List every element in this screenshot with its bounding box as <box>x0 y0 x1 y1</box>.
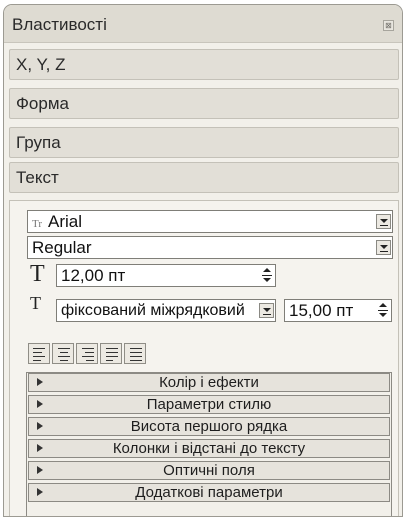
expand-arrow-icon <box>37 378 43 386</box>
expander-label: Параметри стилю <box>146 396 272 413</box>
stepper-up-icon[interactable] <box>260 266 274 275</box>
stepper-down-icon[interactable] <box>260 276 274 285</box>
expand-arrow-icon <box>37 422 43 430</box>
leading-stepper[interactable] <box>376 301 390 320</box>
section-text[interactable]: Текст <box>9 162 399 193</box>
panel-title: Властивості <box>12 15 107 34</box>
font-family-value: Arial <box>48 212 83 231</box>
stepper-up-icon[interactable] <box>376 301 390 310</box>
align-right-button[interactable] <box>76 343 98 364</box>
expander-label: Колонки і відстані до тексту <box>112 440 306 457</box>
expand-arrow-icon <box>37 444 43 452</box>
font-style-value: Regular <box>32 238 92 257</box>
leading-mode-value: фіксований міжрядковий <box>61 302 245 319</box>
justify-button[interactable] <box>100 343 122 364</box>
stepper-down-icon[interactable] <box>376 311 390 320</box>
expander-label: Додаткові параметри <box>135 484 283 501</box>
font-icon: Tr <box>32 218 42 230</box>
section-group[interactable]: Група <box>9 127 399 158</box>
font-size-value: 12,00 пт <box>61 266 126 285</box>
leading-icon: T <box>30 293 41 313</box>
chevron-down-icon[interactable] <box>376 240 391 255</box>
expander-color-effects[interactable]: Колір і ефекти <box>28 373 390 392</box>
expand-arrow-icon <box>37 400 43 408</box>
font-size-icon: T <box>30 261 45 287</box>
expander-style-params[interactable]: Параметри стилю <box>28 395 390 414</box>
expander-optical-margins[interactable]: Оптичні поля <box>28 461 390 480</box>
align-center-button[interactable] <box>52 343 74 364</box>
section-shape[interactable]: Форма <box>9 88 399 119</box>
expand-arrow-icon <box>37 488 43 496</box>
expand-arrow-icon <box>37 466 43 474</box>
chevron-down-icon[interactable] <box>259 303 274 318</box>
expander-first-baseline[interactable]: Висота першого рядка <box>28 417 390 436</box>
leading-mode-select[interactable]: фіксований міжрядковий <box>56 299 276 322</box>
close-icon[interactable]: ⊠ <box>383 20 394 31</box>
expander-columns-insets[interactable]: Колонки і відстані до тексту <box>28 439 390 458</box>
expander-label: Оптичні поля <box>163 462 255 479</box>
align-left-button[interactable] <box>28 343 50 364</box>
expander-label: Висота першого рядка <box>130 418 288 435</box>
force-justify-button[interactable] <box>124 343 146 364</box>
panel-titlebar: Властивості ⊠ <box>4 5 402 43</box>
leading-value: 15,00 пт <box>289 301 354 320</box>
expander-label: Колір і ефекти <box>159 374 259 391</box>
expandable-group: Колір і ефекти Параметри стилю Висота пе… <box>26 372 392 516</box>
chevron-down-icon[interactable] <box>376 214 391 229</box>
leading-value-input[interactable]: 15,00 пт <box>284 299 392 322</box>
expander-advanced[interactable]: Додаткові параметри <box>28 483 390 502</box>
font-size-input[interactable]: 12,00 пт <box>56 264 276 287</box>
section-xyz[interactable]: X, Y, Z <box>9 49 399 80</box>
properties-panel: Властивості ⊠ X, Y, Z Форма Група Текст … <box>3 4 403 517</box>
font-size-stepper[interactable] <box>260 266 274 285</box>
font-style-select[interactable]: Regular <box>27 236 393 259</box>
font-family-select[interactable]: Tr Arial <box>27 210 393 233</box>
